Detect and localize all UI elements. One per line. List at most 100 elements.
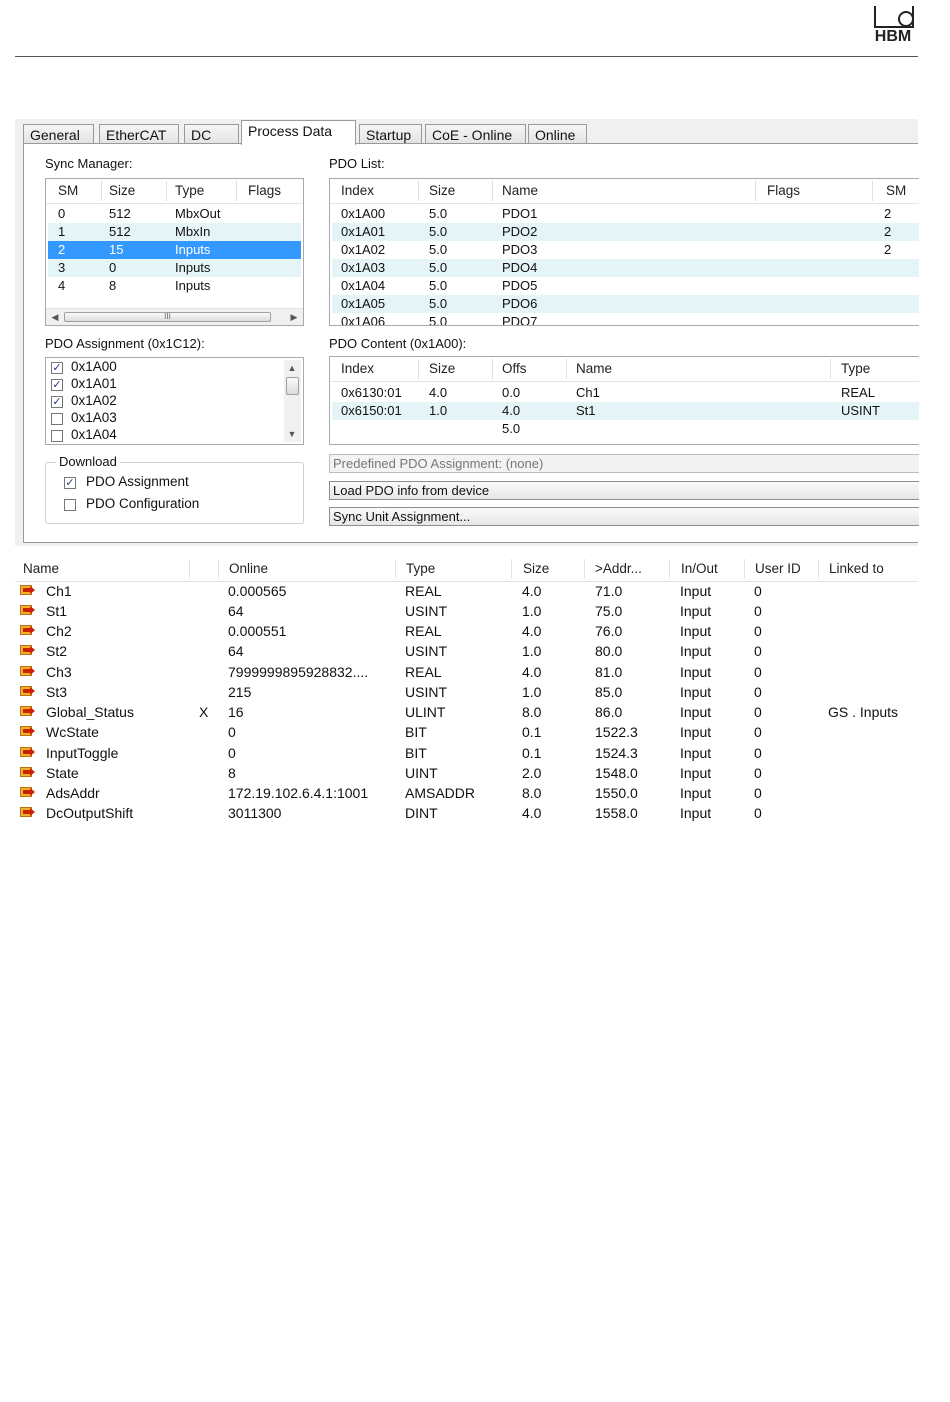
variable-addr: 85.0 xyxy=(595,684,623,700)
input-variable-icon xyxy=(20,605,35,617)
variable-row[interactable]: State 8 UINT 2.0 1548.0 Input 0 xyxy=(15,763,918,783)
pdo-content-row[interactable]: 0x6130:01 4.0 0.0 Ch1 REAL xyxy=(332,384,919,402)
variable-row[interactable]: St1 64 USINT 1.0 75.0 Input 0 xyxy=(15,601,918,621)
column-separator xyxy=(511,559,512,578)
tab-startup[interactable]: Startup xyxy=(359,124,422,144)
pdo-list-row[interactable]: 0x1A01 5.0 PDO2 2 xyxy=(332,223,919,241)
column-header-offs[interactable]: Offs xyxy=(502,357,527,381)
variable-name: Global_Status xyxy=(46,704,134,720)
pdo-list-row[interactable]: 0x1A04 5.0 PDO5 xyxy=(332,277,919,295)
pdo-list-row[interactable]: 0x1A02 5.0 PDO3 2 xyxy=(332,241,919,259)
column-header-sm[interactable]: SM xyxy=(58,179,78,203)
scroll-left-icon[interactable]: ◀ xyxy=(48,311,62,323)
horizontal-scrollbar[interactable]: ◀ III ▶ xyxy=(46,308,303,325)
tab-coe-online[interactable]: CoE - Online xyxy=(425,124,526,144)
pdo-assignment-checkbox[interactable]: ✓ xyxy=(64,477,76,489)
checkbox-0x1a04[interactable] xyxy=(51,430,63,442)
column-separator xyxy=(584,559,585,578)
variable-name: WcState xyxy=(46,724,99,740)
column-header-flags[interactable]: Flags xyxy=(767,179,800,203)
checkbox-0x1a01[interactable]: ✓ xyxy=(51,379,63,391)
sync-manager-row[interactable]: 1 512 MbxIn xyxy=(48,223,301,241)
load-pdo-info-button[interactable]: Load PDO info from device xyxy=(329,481,919,500)
column-header-type[interactable]: Type xyxy=(841,357,870,381)
pdo-list-row[interactable]: 0x1A00 5.0 PDO1 2 xyxy=(332,205,919,223)
tab-ethercat[interactable]: EtherCAT xyxy=(99,124,179,144)
variable-row[interactable]: WcState 0 BIT 0.1 1522.3 Input 0 xyxy=(15,722,918,742)
scroll-thumb[interactable] xyxy=(286,377,299,395)
variable-row[interactable]: Ch1 0.000565 REAL 4.0 71.0 Input 0 xyxy=(15,581,918,601)
type-cell: USINT xyxy=(841,403,880,418)
column-header-type[interactable]: Type xyxy=(406,556,435,581)
column-header-index[interactable]: Index xyxy=(341,179,374,203)
column-header-userid[interactable]: User ID xyxy=(755,556,801,581)
variable-type: AMSADDR xyxy=(405,785,476,801)
checkbox-0x1a03[interactable] xyxy=(51,413,63,425)
sync-manager-row[interactable]: 4 8 Inputs xyxy=(48,277,301,295)
column-separator xyxy=(566,359,567,379)
column-header-name[interactable]: Name xyxy=(576,357,612,381)
sync-manager-row[interactable]: 0 512 MbxOut xyxy=(48,205,301,223)
column-header-size[interactable]: Size xyxy=(429,179,455,203)
scroll-thumb[interactable]: III xyxy=(64,312,271,322)
variable-type: USINT xyxy=(405,603,447,619)
column-header-type[interactable]: Type xyxy=(175,179,204,203)
vertical-scrollbar[interactable]: ▲ ▼ xyxy=(284,360,301,442)
variable-name: AdsAddr xyxy=(46,785,100,801)
sync-unit-assignment-button[interactable]: Sync Unit Assignment... xyxy=(329,507,919,526)
variable-userid: 0 xyxy=(754,643,762,659)
column-header-name[interactable]: Name xyxy=(502,179,538,203)
variable-row[interactable]: Ch2 0.000551 REAL 4.0 76.0 Input 0 xyxy=(15,621,918,641)
column-header-online[interactable]: Online xyxy=(229,556,268,581)
size-cell: 5.0 xyxy=(429,242,448,257)
pdo-content-row[interactable]: 5.0 xyxy=(332,420,919,438)
scroll-up-icon[interactable]: ▲ xyxy=(285,362,299,374)
size-cell: 4.0 xyxy=(429,385,448,400)
variable-online: 3011300 xyxy=(228,805,282,821)
variable-linked-to[interactable]: GS . Inputs xyxy=(828,702,898,722)
scroll-right-icon[interactable]: ▶ xyxy=(287,311,301,323)
tab-general[interactable]: General xyxy=(23,124,94,144)
variable-type: REAL xyxy=(405,623,442,639)
predefined-pdo-assignment-dropdown[interactable]: Predefined PDO Assignment: (none) xyxy=(329,454,919,473)
checkbox-0x1a02[interactable]: ✓ xyxy=(51,396,63,408)
pdo-list-row[interactable]: 0x1A06 5.0 PDO7 xyxy=(332,313,919,325)
variable-online: 7999999895928832.... xyxy=(228,664,369,680)
column-header-inout[interactable]: In/Out xyxy=(681,556,718,581)
variable-row[interactable]: St2 64 USINT 1.0 80.0 Input 0 xyxy=(15,641,918,661)
variable-row[interactable]: AdsAddr 172.19.102.6.4.1:1001 AMSADDR 8.… xyxy=(15,783,918,803)
column-header-size[interactable]: Size xyxy=(109,179,135,203)
variable-userid: 0 xyxy=(754,785,762,801)
variable-row[interactable]: InputToggle 0 BIT 0.1 1524.3 Input 0 xyxy=(15,743,918,763)
checkbox-0x1a00[interactable]: ✓ xyxy=(51,362,63,374)
pdo-content-row[interactable]: 0x6150:01 1.0 4.0 St1 USINT xyxy=(332,402,919,420)
variable-name: Ch2 xyxy=(46,623,72,639)
variable-row[interactable]: Global_Status X 16 ULINT 8.0 86.0 Input … xyxy=(15,702,918,722)
size-cell: 512 xyxy=(109,206,131,221)
column-header-sm[interactable]: SM xyxy=(886,179,906,203)
tab-online[interactable]: Online xyxy=(528,124,587,144)
pdo-configuration-checkbox[interactable] xyxy=(64,499,76,511)
column-header-size[interactable]: Size xyxy=(429,357,455,381)
variable-name: InputToggle xyxy=(46,745,119,761)
column-header-flags[interactable]: Flags xyxy=(248,179,281,203)
variable-row[interactable]: DcOutputShift 3011300 DINT 4.0 1558.0 In… xyxy=(15,803,918,823)
name-cell: PDO2 xyxy=(502,224,538,239)
pdo-list-row[interactable]: 0x1A05 5.0 PDO6 xyxy=(332,295,919,313)
column-header-addr[interactable]: >Addr... xyxy=(595,556,642,581)
variable-userid: 0 xyxy=(754,765,762,781)
column-header-linked-to[interactable]: Linked to xyxy=(829,556,884,581)
sync-manager-row[interactable]: 3 0 Inputs xyxy=(48,259,301,277)
column-header-name[interactable]: Name xyxy=(23,556,59,581)
column-separator xyxy=(669,559,670,578)
column-header-index[interactable]: Index xyxy=(341,357,374,381)
variable-row[interactable]: Ch3 7999999895928832.... REAL 4.0 81.0 I… xyxy=(15,662,918,682)
scroll-down-icon[interactable]: ▼ xyxy=(285,428,299,440)
pdo-list-row[interactable]: 0x1A03 5.0 PDO4 xyxy=(332,259,919,277)
variable-row[interactable]: St3 215 USINT 1.0 85.0 Input 0 xyxy=(15,682,918,702)
tab-dc[interactable]: DC xyxy=(184,124,239,144)
column-header-size[interactable]: Size xyxy=(523,556,549,581)
variable-online: 8 xyxy=(228,765,236,781)
tab-process-data[interactable]: Process Data xyxy=(241,120,356,145)
sync-manager-row-selected[interactable]: 2 15 Inputs xyxy=(48,241,301,259)
